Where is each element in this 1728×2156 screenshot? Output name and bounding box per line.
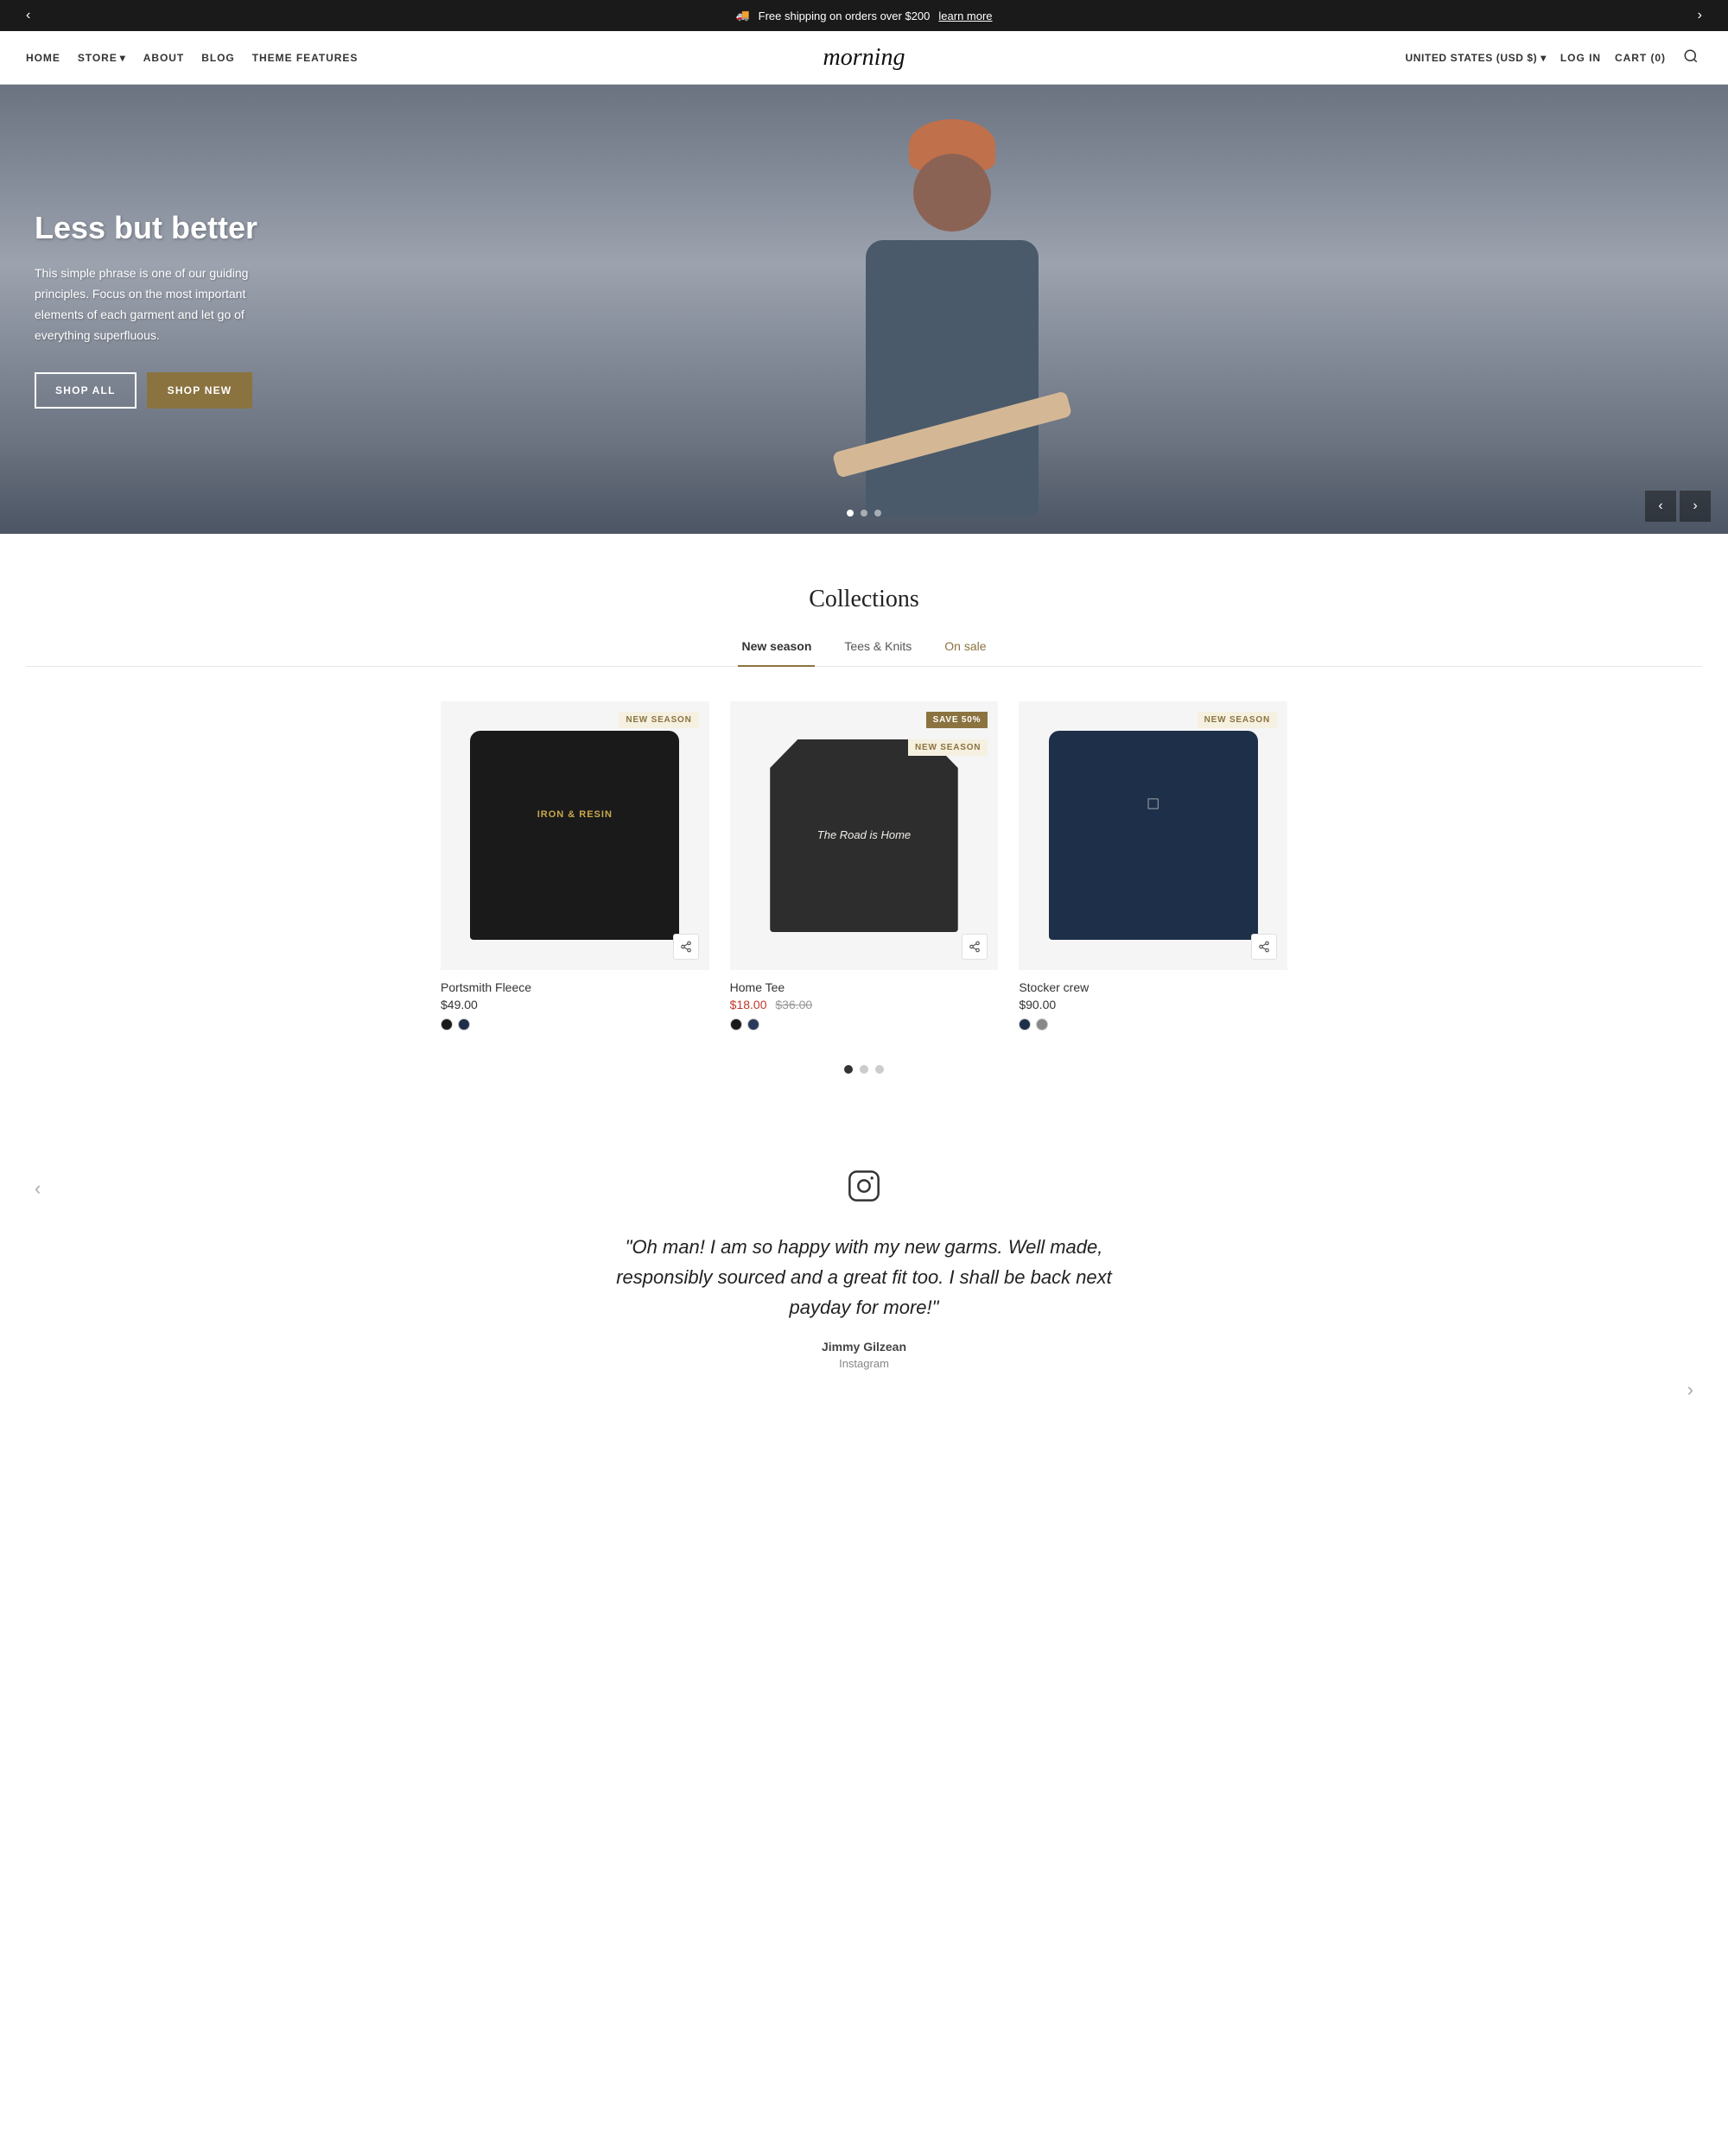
product-card-3[interactable]: NEW SEASON Stocker crew $90.00 <box>1019 701 1287 1030</box>
country-label: UNITED STATES (USD $) <box>1405 52 1537 64</box>
tab-new-season[interactable]: New season <box>738 631 815 667</box>
nav-blog[interactable]: BLOG <box>201 52 235 64</box>
shop-all-button[interactable]: SHOP ALL <box>35 372 137 409</box>
product-price-amount-1: $49.00 <box>441 998 478 1011</box>
product-price-amount-3: $90.00 <box>1019 998 1056 1011</box>
hero-next-button[interactable]: › <box>1680 491 1711 522</box>
color-swatches-3 <box>1019 1018 1287 1030</box>
testimonial-section: ‹ "Oh man! I am so happy with my new gar… <box>0 1126 1728 1414</box>
share-icon <box>680 941 692 953</box>
product-card-2[interactable]: SAVE 50% NEW SEASON Home Tee $18.00 $36.… <box>730 701 999 1030</box>
swatch-2-navy2[interactable] <box>747 1018 759 1030</box>
tab-on-sale[interactable]: On sale <box>941 631 989 667</box>
announcement-bar: ‹ 🚚 Free shipping on orders over $200 le… <box>0 0 1728 31</box>
hero-title: Less but better <box>35 210 337 246</box>
product-price-3: $90.00 <box>1019 998 1287 1011</box>
color-swatches-1 <box>441 1018 709 1030</box>
instagram-icon <box>26 1169 1702 1211</box>
share-icon <box>969 941 981 953</box>
hero-dot-1[interactable] <box>847 510 854 517</box>
page-dot-2[interactable] <box>860 1065 868 1074</box>
testimonial-author: Jimmy Gilzean <box>26 1340 1702 1354</box>
product-name-1: Portsmith Fleece <box>441 980 709 994</box>
hero-description: This simple phrase is one of our guiding… <box>35 263 294 346</box>
product-name-3: Stocker crew <box>1019 980 1287 994</box>
product-badge-1: NEW SEASON <box>619 712 698 728</box>
product-image-3: NEW SEASON <box>1019 701 1287 970</box>
hero-pagination <box>847 510 881 517</box>
swatch-3-gray[interactable] <box>1036 1018 1048 1030</box>
swatch-1-dark[interactable] <box>441 1018 453 1030</box>
nav-cart[interactable]: CART (0) <box>1615 52 1666 64</box>
product-badge-3: NEW SEASON <box>1198 712 1277 728</box>
product-visual-tee1 <box>770 739 957 933</box>
testimonial-next-btn[interactable]: › <box>1679 1370 1702 1410</box>
color-swatches-2 <box>730 1018 999 1030</box>
testimonial-prev-btn[interactable]: ‹ <box>26 1169 49 1208</box>
hero-buttons: SHOP ALL SHOP NEW <box>35 372 1693 409</box>
products-grid: NEW SEASON Portsmith Fleece $49.00 <box>441 701 1287 1030</box>
hero-dot-2[interactable] <box>861 510 867 517</box>
country-selector[interactable]: UNITED STATES (USD $) ▾ <box>1405 52 1546 64</box>
product-name-2: Home Tee <box>730 980 999 994</box>
share-button-1[interactable] <box>673 934 699 960</box>
share-icon <box>1258 941 1270 953</box>
collections-title: Collections <box>26 586 1702 613</box>
product-price-1: $49.00 <box>441 998 709 1011</box>
tab-tees-knits[interactable]: Tees & Knits <box>841 631 915 667</box>
share-button-2[interactable] <box>962 934 988 960</box>
product-card-1[interactable]: NEW SEASON Portsmith Fleece $49.00 <box>441 701 709 1030</box>
announcement-link[interactable]: learn more <box>938 10 992 22</box>
hero-nav-buttons: ‹ › <box>1645 491 1711 522</box>
swatch-3-navy[interactable] <box>1019 1018 1031 1030</box>
product-image-1: NEW SEASON <box>441 701 709 970</box>
shop-new-button[interactable]: SHOP NEW <box>147 372 253 409</box>
nav-theme-features[interactable]: THEME FEATURES <box>252 52 359 64</box>
hero-content: Less but better This simple phrase is on… <box>0 85 1728 534</box>
announcement-prev-btn[interactable]: ‹ <box>17 4 39 27</box>
swatch-1-navy[interactable] <box>458 1018 470 1030</box>
nav-right: UNITED STATES (USD $) ▾ LOG IN CART (0) <box>1405 45 1702 70</box>
hero-section: Less but better This simple phrase is on… <box>0 85 1728 534</box>
share-button-3[interactable] <box>1251 934 1277 960</box>
products-pagination <box>26 1065 1702 1074</box>
product-original-price-2: $36.00 <box>775 998 812 1011</box>
product-visual-sweater2 <box>1049 731 1258 940</box>
product-sale-price-2: $18.00 <box>730 998 767 1011</box>
product-placeholder-3 <box>1019 701 1287 970</box>
swatch-2-dark[interactable] <box>730 1018 742 1030</box>
hero-prev-button[interactable]: ‹ <box>1645 491 1676 522</box>
nav-login[interactable]: LOG IN <box>1560 52 1601 64</box>
product-badge-new-2: NEW SEASON <box>908 739 988 756</box>
hero-dot-3[interactable] <box>874 510 881 517</box>
testimonial-source: Instagram <box>26 1357 1702 1370</box>
collections-section: Collections New season Tees & Knits On s… <box>0 534 1728 1126</box>
search-button[interactable] <box>1680 45 1702 70</box>
nav-store[interactable]: STORE ▾ <box>78 52 126 64</box>
collections-tabs: New season Tees & Knits On sale <box>26 631 1702 667</box>
page-dot-3[interactable] <box>875 1065 884 1074</box>
announcement-next-btn[interactable]: › <box>1689 4 1711 27</box>
announcement-icon: 🚚 <box>735 9 749 22</box>
product-price-2: $18.00 $36.00 <box>730 998 999 1011</box>
testimonial-quote: "Oh man! I am so happy with my new garms… <box>613 1232 1115 1323</box>
product-badge-sale-2: SAVE 50% <box>926 712 988 728</box>
nav-about[interactable]: ABOUT <box>143 52 184 64</box>
site-logo: morning <box>823 44 905 72</box>
product-visual-sweater1 <box>470 731 679 940</box>
nav-home[interactable]: HOME <box>26 52 60 64</box>
nav-left: HOME STORE ▾ ABOUT BLOG THEME FEATURES <box>26 52 358 64</box>
chevron-down-icon: ▾ <box>120 52 126 64</box>
page-dot-1[interactable] <box>844 1065 853 1074</box>
product-image-2: SAVE 50% NEW SEASON <box>730 701 999 970</box>
search-icon <box>1683 48 1699 64</box>
chevron-down-icon: ▾ <box>1541 52 1547 64</box>
product-placeholder-1 <box>441 701 709 970</box>
announcement-text: Free shipping on orders over $200 <box>759 10 931 22</box>
header: HOME STORE ▾ ABOUT BLOG THEME FEATURES m… <box>0 31 1728 85</box>
